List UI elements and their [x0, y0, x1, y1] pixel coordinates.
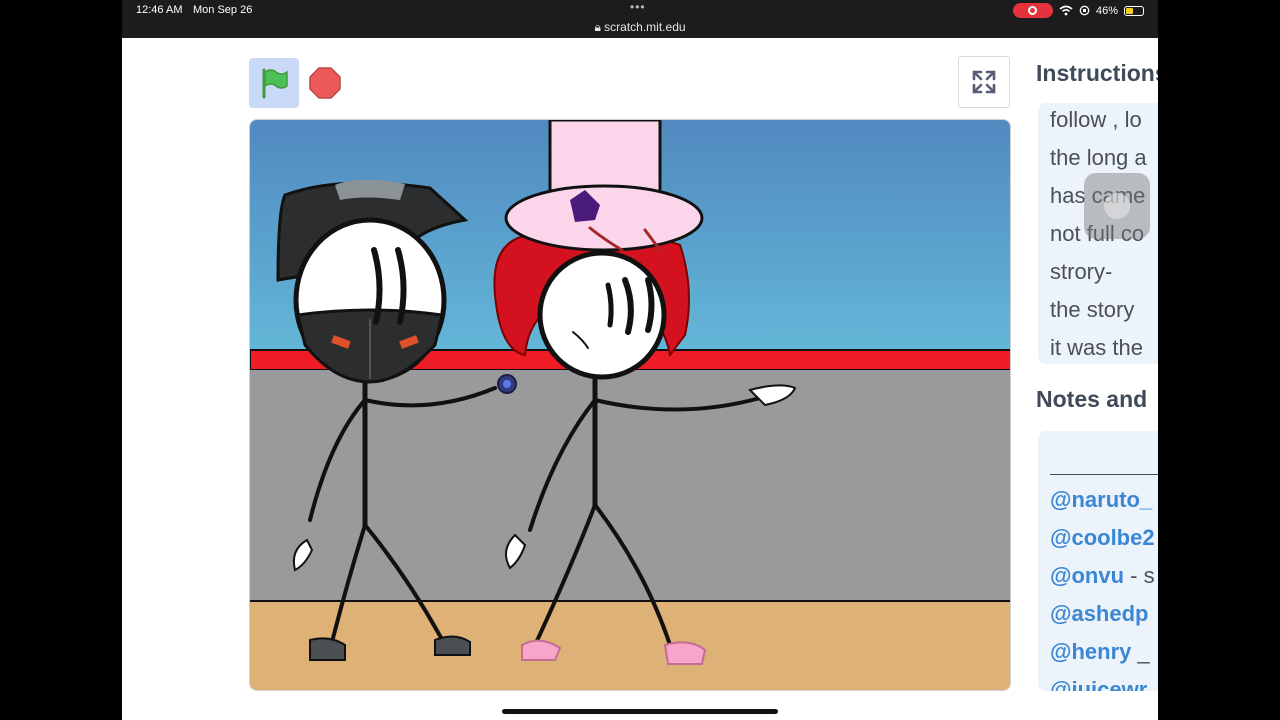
notes-divider: [1050, 474, 1158, 475]
credit-row: @naruto_: [1050, 487, 1152, 513]
credit-row: @henry _: [1050, 639, 1150, 664]
green-flag-button[interactable]: [249, 58, 299, 108]
credit-mention[interactable]: @henry: [1050, 639, 1131, 664]
credit-mention[interactable]: @ashedp: [1050, 601, 1148, 626]
instructions-line: strory-: [1050, 259, 1113, 284]
assistive-touch-icon: [1104, 193, 1130, 219]
credit-row: @coolbe2: [1050, 525, 1155, 551]
ipad-screen: 12:46 AM Mon Sep 26 ••• 🔒︎ scratch.mit.e…: [122, 0, 1158, 720]
battery-percent: 46%: [1095, 4, 1118, 17]
credit-mention[interactable]: @coolbe2: [1050, 525, 1155, 550]
credit-mention[interactable]: @onvu: [1050, 563, 1124, 588]
credit-row: @onvu - s: [1050, 563, 1155, 588]
address-url: scratch.mit.edu: [604, 20, 686, 34]
instructions-line: the story: [1050, 297, 1135, 322]
fullscreen-icon: [972, 70, 996, 94]
battery-fill: [1126, 7, 1134, 14]
fullscreen-button[interactable]: [958, 56, 1010, 108]
home-indicator[interactable]: [502, 709, 778, 714]
stop-button[interactable]: [305, 63, 345, 103]
instructions-line: it was the: [1050, 335, 1143, 360]
address-bar[interactable]: 🔒︎ scratch.mit.edu: [122, 20, 1158, 35]
notes-panel[interactable]: @naruto_ @coolbe2 @onvu - s @ashedp @hen…: [1038, 431, 1158, 691]
credit-row: @juicewr: [1050, 677, 1147, 691]
instructions-line: follow , lo: [1050, 107, 1142, 132]
battery-icon: [1124, 5, 1144, 16]
instructions-heading: Instructions: [1036, 60, 1158, 86]
wifi-icon: [1059, 5, 1073, 16]
credit-row: @ashedp: [1050, 601, 1148, 627]
credit-mention[interactable]: @naruto_: [1050, 487, 1152, 512]
green-flag-icon: [262, 68, 288, 99]
multitask-dots-icon[interactable]: •••: [630, 0, 646, 14]
status-time: 12:46 AM: [136, 4, 183, 16]
project-stage[interactable]: [249, 119, 1011, 691]
credit-mention[interactable]: @juicewr: [1050, 677, 1147, 691]
orientation-lock-icon: [1079, 5, 1090, 16]
screen-recording-indicator[interactable]: [1012, 3, 1053, 18]
instructions-line: the long a: [1050, 145, 1147, 170]
record-icon: [1028, 6, 1038, 15]
status-date: Mon Sep 26: [193, 4, 253, 16]
lock-icon: 🔒︎: [594, 20, 601, 34]
stage-scene[interactable]: [250, 120, 1011, 691]
sand-floor: [250, 601, 1010, 690]
notes-heading: Notes and: [1036, 386, 1148, 412]
status-bar: 12:46 AM Mon Sep 26 ••• 🔒︎ scratch.mit.e…: [122, 0, 1158, 38]
stop-sign-icon: [309, 67, 341, 99]
assistive-touch-button[interactable]: [1084, 173, 1150, 239]
status-indicators: 46%: [1012, 3, 1144, 18]
